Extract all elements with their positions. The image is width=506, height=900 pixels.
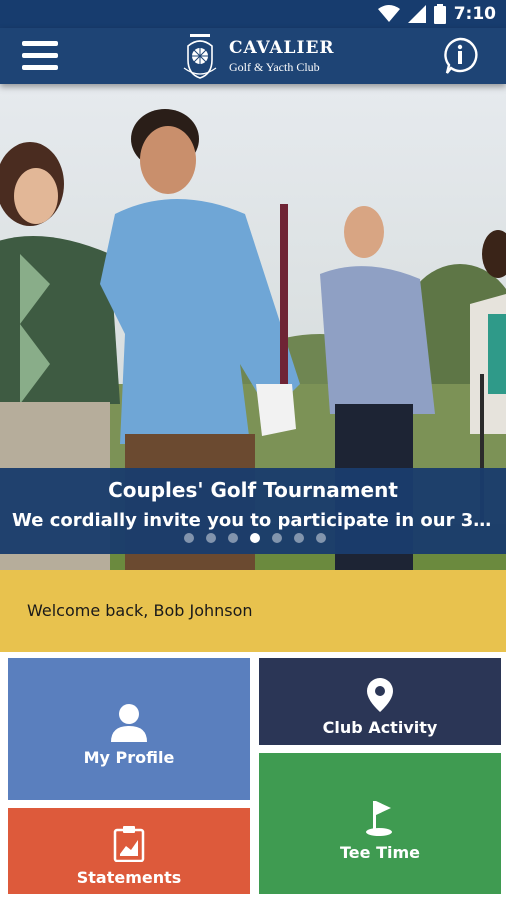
app-bar: CAVALIER Golf & Yacth Club: [0, 28, 506, 84]
location-pin-icon: [367, 678, 393, 712]
carousel-dot[interactable]: [316, 533, 326, 543]
banner-carousel[interactable]: Couples' Golf Tournament We cordially in…: [0, 0, 506, 570]
tee-time-label: Tee Time: [340, 843, 420, 862]
banner-text: We cordially invite you to participate i…: [12, 510, 500, 531]
club-activity-tile[interactable]: Club Activity: [259, 658, 501, 745]
club-emblem-icon: [183, 34, 217, 79]
person-icon: [111, 704, 147, 742]
my-profile-label: My Profile: [83, 748, 175, 767]
carousel-dot[interactable]: [206, 533, 216, 543]
club-logo: CAVALIER Golf & Yacth Club: [178, 30, 338, 82]
welcome-text: Welcome back, Bob Johnson: [27, 601, 253, 620]
carousel-indicators: [184, 533, 326, 543]
my-profile-tile[interactable]: My Profile: [8, 658, 250, 800]
club-activity-label: Club Activity: [322, 718, 438, 737]
clipboard-chart-icon: [113, 826, 145, 862]
statements-tile[interactable]: Statements: [8, 808, 250, 894]
statements-label: Statements: [76, 868, 182, 887]
carousel-dot[interactable]: [228, 533, 238, 543]
logo-subtitle: Golf & Yacth Club: [229, 60, 320, 74]
carousel-dot[interactable]: [294, 533, 304, 543]
welcome-banner: Welcome back, Bob Johnson: [0, 570, 506, 652]
banner-title: Couples' Golf Tournament: [108, 478, 398, 502]
tee-time-tile[interactable]: Tee Time: [259, 753, 501, 894]
carousel-dot-active[interactable]: [250, 533, 260, 543]
hamburger-menu-icon[interactable]: [20, 38, 60, 74]
carousel-dot[interactable]: [184, 533, 194, 543]
info-icon[interactable]: [442, 37, 478, 75]
carousel-dot[interactable]: [272, 533, 282, 543]
logo-title: CAVALIER: [229, 38, 335, 58]
home-screen: 7:10 CAVALIER Golf & Yacth Club Couples'…: [0, 0, 506, 900]
golf-flag-icon: [366, 801, 392, 836]
